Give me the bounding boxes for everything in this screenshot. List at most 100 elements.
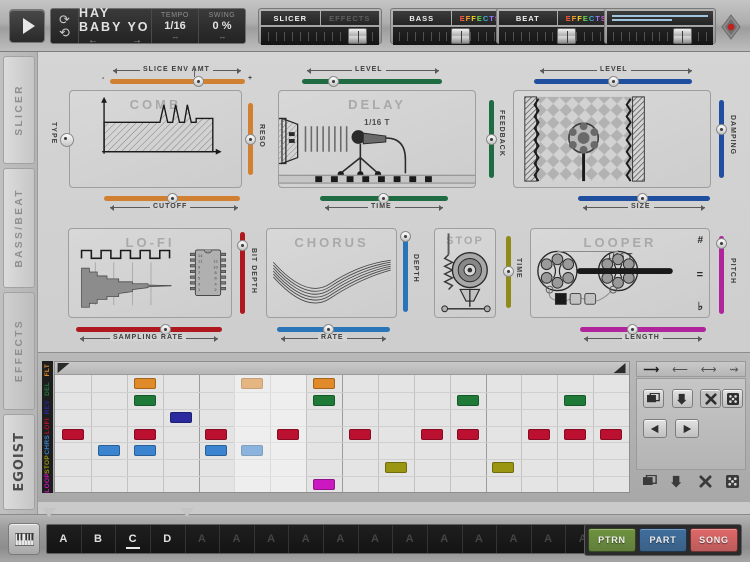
- sequencer-step-chrs[interactable]: [134, 445, 156, 456]
- sequencer-step-lofi[interactable]: [277, 429, 299, 440]
- looper-flat-symbol[interactable]: ♭: [698, 300, 703, 313]
- comb-env-slider[interactable]: [110, 79, 245, 84]
- keyboard-button[interactable]: [8, 523, 40, 555]
- prev-pattern-button[interactable]: [643, 419, 667, 438]
- looper-pitch-knob[interactable]: [716, 238, 727, 249]
- pattern-slot[interactable]: A: [532, 525, 567, 553]
- paste-button[interactable]: [672, 389, 693, 408]
- sequencer-grid-body[interactable]: [55, 375, 629, 492]
- direction-random-icon[interactable]: ⇝: [729, 363, 738, 376]
- direction-reverse-icon[interactable]: ⟵: [672, 363, 688, 376]
- direction-forward-icon[interactable]: ⟶: [643, 363, 659, 376]
- pattern-slot[interactable]: A: [255, 525, 290, 553]
- patch-name-area[interactable]: HAY BABY YO ← →: [79, 9, 151, 43]
- sequencer-step-lofi[interactable]: [457, 429, 479, 440]
- flat-dice-icon[interactable]: [726, 475, 739, 493]
- sequencer-step-stop[interactable]: [385, 462, 407, 473]
- direction-pingpong-icon[interactable]: ⟷: [701, 363, 717, 376]
- mixer-slicer-handle[interactable]: [348, 28, 367, 44]
- tempo-cell[interactable]: TEMPO 1/16 ↔: [151, 9, 198, 43]
- flat-paste-icon[interactable]: [671, 475, 684, 493]
- sequencer-step-del[interactable]: [457, 395, 479, 406]
- mixer-slicer-right-tab[interactable]: EFFECTS: [321, 11, 380, 25]
- flat-copy-icon[interactable]: [643, 475, 657, 493]
- sequencer-step-lofi[interactable]: [564, 429, 586, 440]
- redo-arc-icon[interactable]: ⟲: [59, 27, 70, 38]
- mixer-bass-slider[interactable]: [393, 27, 509, 45]
- play-button[interactable]: [9, 9, 45, 43]
- patch-next-arrow[interactable]: →: [132, 35, 142, 46]
- mixer-master-slider[interactable]: [607, 27, 713, 45]
- mixer-slicer-left-tab[interactable]: SLICER: [261, 11, 320, 25]
- sequencer-step-del[interactable]: [313, 395, 335, 406]
- mixer-bass-handle[interactable]: [451, 28, 470, 44]
- chorus-depth-slider[interactable]: [403, 234, 408, 312]
- sequencer-step-flt[interactable]: [313, 378, 335, 389]
- mixer-beat-left-tab[interactable]: BEAT: [499, 11, 557, 25]
- reverb-damping-slider[interactable]: [719, 100, 724, 178]
- tempo-nudge-icon[interactable]: ↔: [172, 32, 179, 41]
- flat-clear-icon[interactable]: [699, 475, 712, 493]
- pattern-slot[interactable]: B: [82, 525, 117, 553]
- stop-time-knob[interactable]: [503, 266, 514, 277]
- pattern-loop-end-marker[interactable]: [180, 508, 194, 517]
- delay-feedback-knob[interactable]: [486, 134, 497, 145]
- next-pattern-button[interactable]: [675, 419, 699, 438]
- reverb-damping-knob[interactable]: [716, 124, 727, 135]
- pattern-slot[interactable]: A: [359, 525, 394, 553]
- sequencer-step-lofi[interactable]: [600, 429, 622, 440]
- sidebar-item-bassbeat[interactable]: BASS/BEAT: [3, 168, 35, 288]
- pattern-slot[interactable]: A: [463, 525, 498, 553]
- chorus-depth-knob[interactable]: [400, 231, 411, 242]
- looper-equal-symbol[interactable]: =: [697, 269, 703, 281]
- mixer-master-handle[interactable]: [673, 28, 692, 44]
- comb-env-knob[interactable]: [193, 76, 204, 87]
- mode-button-song[interactable]: SONG: [690, 528, 738, 552]
- randomize-button[interactable]: [722, 389, 743, 408]
- sequencer-step-del[interactable]: [564, 395, 586, 406]
- sequencer-step-lofi[interactable]: [62, 429, 84, 440]
- delay-level-knob[interactable]: [328, 76, 339, 87]
- mixer-bass-left-tab[interactable]: BASS: [393, 11, 451, 25]
- pattern-slot[interactable]: A: [497, 525, 532, 553]
- pattern-slot[interactable]: A: [428, 525, 463, 553]
- delay-level-slider[interactable]: [302, 79, 442, 84]
- pattern-slot[interactable]: A: [47, 525, 82, 553]
- sequencer-step-lofi[interactable]: [134, 429, 156, 440]
- sequencer-step-flt[interactable]: [134, 378, 156, 389]
- lofi-samplingrate-slider[interactable]: [76, 327, 222, 332]
- sequencer-step-del[interactable]: [134, 395, 156, 406]
- sequencer-grid[interactable]: [54, 361, 630, 493]
- mixer-beat-slider[interactable]: [499, 27, 615, 45]
- sequencer-step-lofi[interactable]: [205, 429, 227, 440]
- comb-type-knob[interactable]: [60, 133, 74, 147]
- pattern-slot[interactable]: C: [116, 525, 151, 553]
- sidebar-logo-egoist[interactable]: EGOIST: [3, 414, 35, 510]
- pattern-slot[interactable]: A: [220, 525, 255, 553]
- lofi-bitdepth-knob[interactable]: [237, 240, 248, 251]
- sequencer-step-chrs[interactable]: [205, 445, 227, 456]
- sequencer-step-chrs[interactable]: [98, 445, 120, 456]
- mode-button-ptrn[interactable]: PTRN: [588, 528, 636, 552]
- swing-cell[interactable]: SWING 0 % ↔: [198, 9, 245, 43]
- sequencer-step-rev[interactable]: [170, 412, 192, 423]
- sequencer-step-lofi[interactable]: [421, 429, 443, 440]
- patch-prev-arrow[interactable]: ←: [88, 35, 98, 46]
- pattern-slot[interactable]: A: [324, 525, 359, 553]
- pattern-slot[interactable]: A: [186, 525, 221, 553]
- pattern-slot-strip[interactable]: ABCDAAAAAAAAAAAA: [46, 524, 602, 554]
- sequencer-grid-header[interactable]: [55, 362, 629, 375]
- undo-arc-icon[interactable]: ⟳: [59, 14, 70, 25]
- sequencer-step-flt[interactable]: [241, 378, 263, 389]
- sequencer-step-stop[interactable]: [492, 462, 514, 473]
- pattern-slot[interactable]: D: [151, 525, 186, 553]
- sequencer-step-lofi[interactable]: [349, 429, 371, 440]
- sidebar-item-effects[interactable]: EFFECTS: [3, 292, 35, 410]
- reverb-level-knob[interactable]: [608, 76, 619, 87]
- looper-length-slider[interactable]: [580, 327, 706, 332]
- sequencer-step-lofi[interactable]: [528, 429, 550, 440]
- clear-button[interactable]: [700, 389, 721, 408]
- pattern-loop-start-marker[interactable]: [42, 508, 56, 517]
- comb-reso-knob[interactable]: [245, 134, 256, 145]
- swing-nudge-icon[interactable]: ↔: [219, 32, 226, 41]
